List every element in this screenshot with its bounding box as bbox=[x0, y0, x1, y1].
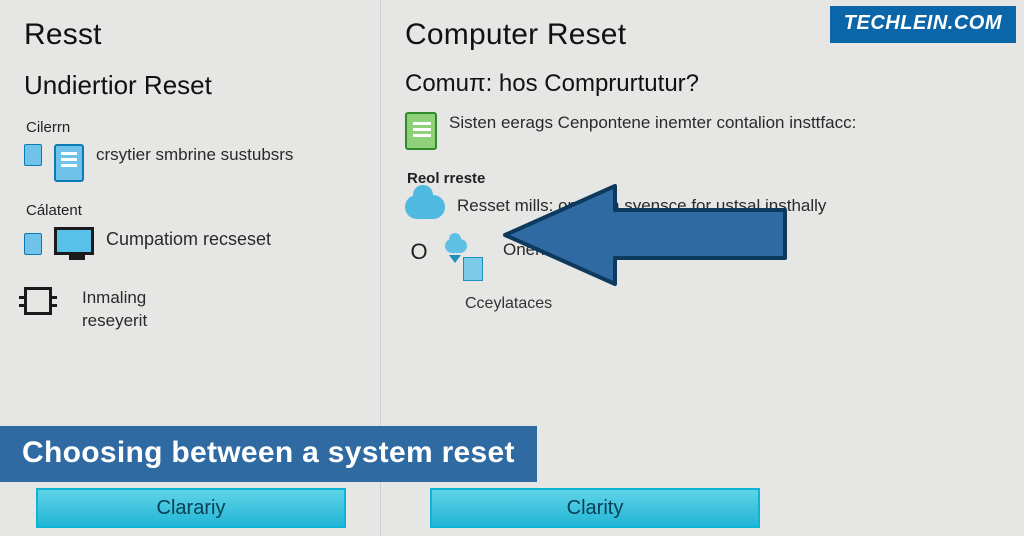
monitor-icon bbox=[54, 227, 94, 255]
book-icon bbox=[24, 233, 42, 255]
left-item-2-text: Cumpatiom recseset bbox=[106, 227, 271, 251]
left-title: Resst bbox=[24, 18, 356, 52]
sync-icon bbox=[445, 239, 491, 281]
letter-o-icon: O bbox=[405, 239, 433, 265]
right-item-3[interactable]: O Onenen ac ustfcelifictnioms bbox=[405, 239, 1000, 281]
left-label-1: Cilerrn bbox=[26, 119, 356, 136]
note-icon bbox=[405, 112, 437, 150]
right-label-reol: Reol rreste bbox=[407, 170, 1000, 187]
document-icon bbox=[54, 144, 84, 182]
left-heading: Undiertior Reset bbox=[24, 70, 356, 101]
cloud-icon bbox=[405, 195, 445, 219]
clarity-button-left[interactable]: Clarariy bbox=[36, 488, 346, 528]
right-heading: Comuπ: hos Comprurtutur? bbox=[405, 70, 1000, 98]
right-item-2[interactable]: Resset mills: onal orn syensce for ustsa… bbox=[405, 195, 1000, 219]
left-item-2[interactable]: Cumpatiom recseset bbox=[24, 227, 356, 255]
caption-banner: Choosing between a system reset bbox=[0, 426, 537, 482]
caption-text: Choosing between a system reset bbox=[22, 436, 515, 469]
left-item-3b: reseyerit bbox=[82, 310, 147, 333]
brand-badge: TECHLEIN.COM bbox=[830, 6, 1016, 43]
clarity-button-left-label: Clarariy bbox=[157, 497, 226, 520]
left-item-1-text: crsytier smbrine sustubsrs bbox=[96, 144, 293, 167]
right-footer-text: Cceylataces bbox=[465, 295, 1000, 313]
right-item-3-text: Onenen ac ustfcelifictnioms bbox=[503, 239, 711, 262]
right-item-1-text: Sisten eerags Cenpontene inemter contali… bbox=[449, 112, 856, 135]
right-item-2-text: Resset mills: onal orn syensce for ustsa… bbox=[457, 195, 826, 218]
clarity-button-right[interactable]: Clarity bbox=[430, 488, 760, 528]
brand-text: TECHLEIN.COM bbox=[844, 12, 1002, 34]
right-item-1[interactable]: Sisten eerags Cenpontene inemter contali… bbox=[405, 112, 1000, 150]
left-item-3a: Inmaling bbox=[82, 287, 147, 310]
left-item-3[interactable]: Inmaling reseyerit bbox=[24, 287, 356, 333]
book-icon bbox=[24, 144, 42, 166]
left-item-1[interactable]: crsytier smbrine sustubsrs bbox=[24, 144, 356, 182]
left-label-2: Cálatent bbox=[26, 202, 356, 219]
clarity-button-right-label: Clarity bbox=[567, 497, 624, 520]
chip-icon bbox=[24, 287, 52, 315]
